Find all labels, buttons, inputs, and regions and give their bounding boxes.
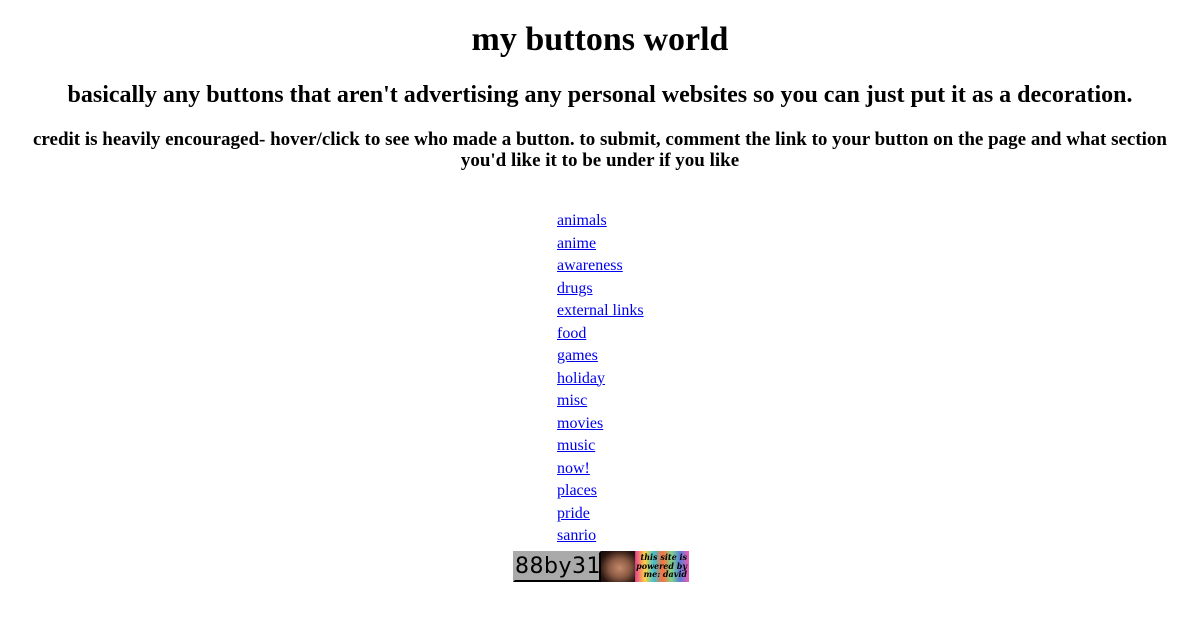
section-link-sanrio[interactable]: sanrio <box>557 527 596 544</box>
footer-buttons: 88by31 this site is powered by me: david <box>513 551 689 582</box>
section-link-food[interactable]: food <box>557 325 586 342</box>
list-item: food <box>557 323 644 346</box>
list-item: external links <box>557 300 644 323</box>
list-item: anime <box>557 233 644 256</box>
powered-by-text: this site is powered by me: david <box>636 552 687 579</box>
section-link-pride[interactable]: pride <box>557 505 590 522</box>
list-item: sanrio <box>557 525 644 548</box>
page-subtitle: basically any buttons that aren't advert… <box>67 82 1133 108</box>
section-link-misc[interactable]: misc <box>557 392 587 409</box>
section-link-music[interactable]: music <box>557 437 595 454</box>
88by31-button[interactable]: 88by31 <box>513 551 601 582</box>
section-link-games[interactable]: games <box>557 347 598 364</box>
section-link-anime[interactable]: anime <box>557 235 596 252</box>
list-item: movies <box>557 413 644 436</box>
list-item: holiday <box>557 368 644 391</box>
section-links-list: animals anime awareness drugs external l… <box>557 210 644 570</box>
list-item: music <box>557 435 644 458</box>
powered-by-button[interactable]: this site is powered by me: david <box>601 551 689 582</box>
list-item: now! <box>557 458 644 481</box>
list-item: pride <box>557 503 644 526</box>
list-item: games <box>557 345 644 368</box>
list-item: misc <box>557 390 644 413</box>
section-link-now[interactable]: now! <box>557 460 590 477</box>
list-item: animals <box>557 210 644 233</box>
section-link-drugs[interactable]: drugs <box>557 280 593 297</box>
page-title: my buttons world <box>471 21 729 58</box>
credit-note: credit is heavily encouraged- hover/clic… <box>32 129 1168 171</box>
portrait-image <box>601 551 635 582</box>
section-link-external-links[interactable]: external links <box>557 302 644 319</box>
section-link-holiday[interactable]: holiday <box>557 370 605 387</box>
section-link-awareness[interactable]: awareness <box>557 257 623 274</box>
list-item: awareness <box>557 255 644 278</box>
section-link-places[interactable]: places <box>557 482 597 499</box>
section-link-animals[interactable]: animals <box>557 212 607 229</box>
section-link-movies[interactable]: movies <box>557 415 603 432</box>
list-item: drugs <box>557 278 644 301</box>
page: my buttons world basically any buttons t… <box>0 0 1200 630</box>
list-item: places <box>557 480 644 503</box>
